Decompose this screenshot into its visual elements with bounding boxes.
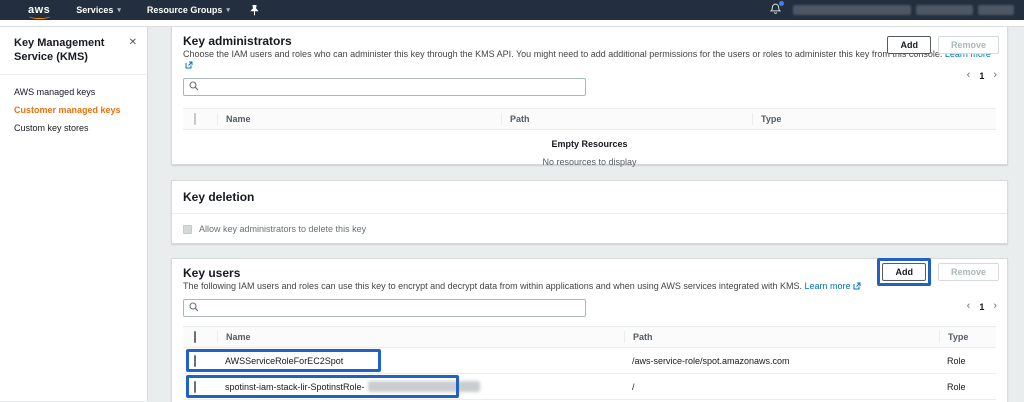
page-top-strip [0,20,1024,27]
allow-deletion-checkbox[interactable] [183,225,192,234]
close-icon[interactable]: ✕ [129,36,137,65]
notification-dot [779,1,784,6]
remove-button[interactable]: Remove [938,36,999,54]
chevron-right-icon[interactable]: › [993,70,997,81]
pagination: ‹ 1 › [967,301,997,312]
top-nav: aws Services ▾ Resource Groups ▾ [0,0,1024,20]
aws-logo[interactable]: aws [28,5,50,16]
redacted-block [916,5,973,15]
sidebar-item-aws-managed-keys[interactable]: AWS managed keys [0,83,147,101]
annotation-highlight-box: Add [877,258,931,286]
key-users-table-header: Name Path Type [183,326,996,348]
search-input[interactable] [203,79,580,95]
select-all-checkbox[interactable] [194,331,196,343]
key-administrators-search[interactable] [183,78,586,96]
aws-smile-swoosh [29,14,50,19]
column-header-type: Type [939,331,996,343]
nav-services-label: Services [76,5,113,15]
row-name: spotinst-iam-stack-lir-SpotinstRole- [225,382,365,392]
row-checkbox[interactable] [194,355,196,367]
external-link-icon [853,282,861,293]
search-icon [189,78,199,96]
empty-state-title: Empty Resources [183,139,996,149]
chevron-left-icon[interactable]: ‹ [967,70,971,81]
pin-icon[interactable] [250,5,259,16]
page-number[interactable]: 1 [979,71,984,81]
key-deletion-title: Key deletion [172,181,1007,214]
redacted-block [978,5,1014,15]
empty-state-subtitle: No resources to display [183,157,996,167]
description-text: Choose the IAM users and roles who can a… [183,49,942,59]
nav-resource-groups[interactable]: Resource Groups ▾ [147,5,230,15]
empty-state: Empty Resources No resources to display [183,130,996,167]
search-input[interactable] [203,300,580,316]
nav-right-group [770,3,1014,17]
redacted-block [368,381,480,392]
row-type: Role [939,382,996,392]
key-administrators-description: Choose the IAM users and roles who can a… [183,49,996,72]
row-path: /aws-service-role/spot.amazonaws.com [624,356,939,366]
nav-services[interactable]: Services ▾ [76,5,121,15]
pagination: ‹ 1 › [967,70,997,81]
table-row: AWSServiceRoleForEC2Spot /aws-service-ro… [183,348,996,374]
account-region-redacted [793,5,1014,15]
key-users-title: Key users [183,266,996,280]
allow-deletion-label: Allow key administrators to delete this … [199,224,366,234]
redacted-block [793,5,911,15]
chevron-down-icon: ▾ [117,6,121,14]
key-users-search[interactable] [183,299,586,317]
key-administrators-table-header: Name Path Type [183,108,996,130]
kms-sidebar: Key Management Service (KMS) ✕ AWS manag… [0,27,148,401]
sidebar-item-customer-managed-keys[interactable]: Customer managed keys [0,101,147,119]
column-header-type: Type [752,113,996,125]
add-button[interactable]: Add [887,36,931,54]
external-link-icon [185,61,193,72]
table-row: spotinst-iam-stack-lir-SpotinstRole- / R… [183,374,996,400]
add-button[interactable]: Add [882,263,926,281]
key-administrators-section: Key administrators Choose the IAM users … [171,27,1008,165]
chevron-down-icon: ▾ [226,6,230,14]
select-all-checkbox[interactable] [194,113,196,125]
column-header-path: Path [624,331,939,343]
page-number[interactable]: 1 [979,302,984,312]
sidebar-title: Key Management Service (KMS) [14,36,116,65]
row-name: AWSServiceRoleForEC2Spot [217,356,624,366]
column-header-path: Path [501,113,752,125]
key-users-description: The following IAM users and roles can us… [183,281,996,293]
chevron-left-icon[interactable]: ‹ [967,301,971,312]
notifications-button[interactable] [770,3,781,17]
search-icon [189,299,199,317]
nav-resource-groups-label: Resource Groups [147,5,223,15]
key-users-section: Key users The following IAM users and ro… [171,258,1008,402]
column-header-name: Name [217,113,501,125]
row-checkbox[interactable] [194,381,196,393]
sidebar-item-custom-key-stores[interactable]: Custom key stores [0,119,147,137]
key-deletion-section: Key deletion Allow key administrators to… [171,180,1008,244]
key-administrators-title: Key administrators [183,34,996,48]
learn-more-link[interactable]: Learn more [805,281,851,291]
row-path: / [624,382,939,392]
column-header-name: Name [217,331,624,343]
chevron-right-icon[interactable]: › [993,301,997,312]
row-type: Role [939,356,996,366]
description-text: The following IAM users and roles can us… [183,281,802,291]
remove-button[interactable]: Remove [938,263,999,281]
